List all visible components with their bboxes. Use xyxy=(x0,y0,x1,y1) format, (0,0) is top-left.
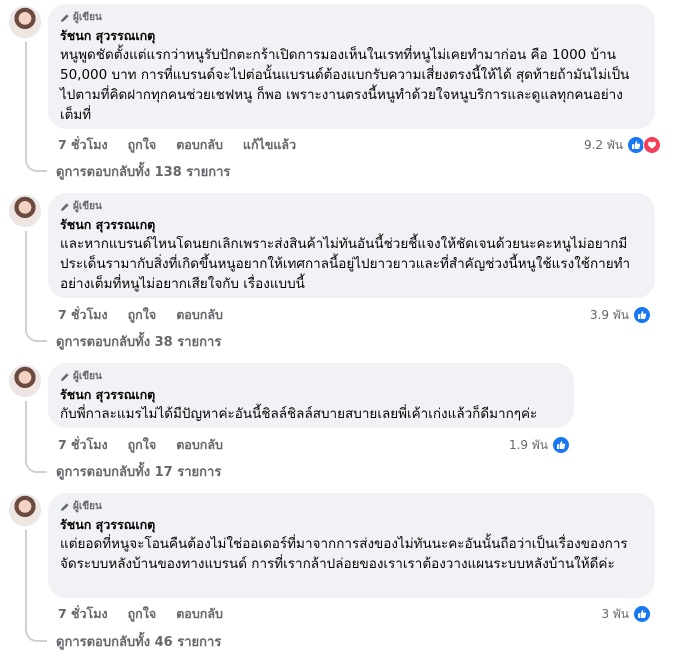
reaction-count: 3.9 พัน xyxy=(589,307,629,322)
reply-button[interactable]: ตอบกลับ xyxy=(176,606,223,622)
view-replies-link[interactable]: ดูการตอบกลับทั้ง 17 รายการ xyxy=(56,464,221,482)
comment-text: และหากแบรนด์ไหนโดนยกเลิกเพราะส่งสินค้าไม… xyxy=(60,236,631,292)
like-button[interactable]: ถูกใจ xyxy=(128,137,157,153)
author-name[interactable]: รัชนก สุวรรณเกตุ xyxy=(60,217,643,232)
comment: ผู้เขียน รัชนก สุวรรณเกตุ และหากแบรนด์ไห… xyxy=(0,190,694,360)
reaction-summary[interactable]: 1.9 พัน xyxy=(509,436,570,454)
author-name[interactable]: รัชนก สุวรรณเกตุ xyxy=(60,387,562,402)
reaction-summary[interactable]: 9.2 พัน xyxy=(584,136,661,154)
reply-button[interactable]: ตอบกลับ xyxy=(176,137,223,153)
comment-actions: 7 ชั่วโมง ถูกใจ ตอบกลับ xyxy=(58,606,223,622)
pencil-icon xyxy=(61,13,69,22)
comment-bubble: ผู้เขียน รัชนก สุวรรณเกตุ และหากแบรนด์ไห… xyxy=(48,193,655,298)
thread-line xyxy=(25,401,27,463)
author-badge: ผู้เขียน xyxy=(60,500,643,513)
comment: ผู้เขียน รัชนก สุวรรณเกตุ หนูพูดชัดตั้งแ… xyxy=(0,0,694,190)
reaction-summary[interactable]: 3 พัน xyxy=(601,605,651,623)
author-name[interactable]: รัชนก สุวรรณเกตุ xyxy=(60,517,643,532)
author-badge-label: ผู้เขียน xyxy=(73,201,102,212)
comment-text: หนูพูดชัดตั้งแต่แรกว่าหนูรับปักตะกร้าเปิ… xyxy=(60,47,630,123)
comment-time[interactable]: 7 ชั่วโมง xyxy=(58,137,108,153)
like-icon xyxy=(633,605,651,623)
author-badge-label: ผู้เขียน xyxy=(73,371,102,382)
comment-actions: 7 ชั่วโมง ถูกใจ ตอบกลับ xyxy=(58,307,223,323)
comment-text: กับพี่กาละแมรไม่ได้มีปัญหาค่ะอันนี้ชิลล์… xyxy=(60,406,538,422)
author-badge: ผู้เขียน xyxy=(60,11,643,24)
edited-label[interactable]: แก้ไขแล้ว xyxy=(243,137,296,153)
author-badge-label: ผู้เขียน xyxy=(73,12,102,23)
avatar[interactable] xyxy=(9,195,41,227)
thread-connector xyxy=(25,158,47,172)
thread-connector xyxy=(25,459,47,473)
thread-line xyxy=(25,231,27,330)
like-button[interactable]: ถูกใจ xyxy=(128,307,157,323)
reaction-summary[interactable]: 3.9 พัน xyxy=(590,306,651,324)
author-badge-label: ผู้เขียน xyxy=(73,501,102,512)
comment-time[interactable]: 7 ชั่วโมง xyxy=(58,307,108,323)
comment-time[interactable]: 7 ชั่วโมง xyxy=(58,606,108,622)
reaction-count: 3 พัน xyxy=(601,606,629,621)
comment-text: แต่ยอดที่หนูจะโอนคืนต้องไม่ใช่ออเดอร์ที่… xyxy=(60,536,628,572)
reply-button[interactable]: ตอบกลับ xyxy=(176,437,223,453)
comment: ผู้เขียน รัชนก สุวรรณเกตุ กับพี่กาละแมรไ… xyxy=(0,360,694,488)
comment: ผู้เขียน รัชนก สุวรรณเกตุ แต่ยอดที่หนูจะ… xyxy=(0,488,694,659)
thread-line xyxy=(25,42,27,160)
heart-icon xyxy=(643,136,661,154)
like-button[interactable]: ถูกใจ xyxy=(128,437,157,453)
pencil-icon xyxy=(61,502,69,511)
reaction-count: 9.2 พัน xyxy=(583,137,623,152)
thread-connector xyxy=(25,328,47,342)
pencil-icon xyxy=(61,202,69,211)
comment-time[interactable]: 7 ชั่วโมง xyxy=(58,437,108,453)
pencil-icon xyxy=(61,372,69,381)
thread-connector xyxy=(25,628,47,642)
like-icon xyxy=(552,436,570,454)
avatar[interactable] xyxy=(9,494,41,526)
view-replies-link[interactable]: ดูการตอบกลับทั้ง 38 รายการ xyxy=(56,334,221,352)
thread-line xyxy=(25,530,27,630)
comment-bubble: ผู้เขียน รัชนก สุวรรณเกตุ แต่ยอดที่หนูจะ… xyxy=(48,493,655,598)
comment-actions: 7 ชั่วโมง ถูกใจ ตอบกลับ xyxy=(58,437,223,453)
comment-bubble: ผู้เขียน รัชนก สุวรรณเกตุ หนูพูดชัดตั้งแ… xyxy=(48,4,655,129)
view-replies-link[interactable]: ดูการตอบกลับทั้ง 46 รายการ xyxy=(56,634,221,652)
author-name[interactable]: รัชนก สุวรรณเกตุ xyxy=(60,28,643,43)
author-badge: ผู้เขียน xyxy=(60,370,562,383)
like-button[interactable]: ถูกใจ xyxy=(128,606,157,622)
avatar[interactable] xyxy=(9,365,41,397)
like-icon xyxy=(633,306,651,324)
reaction-count: 1.9 พัน xyxy=(508,437,548,452)
comment-bubble: ผู้เขียน รัชนก สุวรรณเกตุ กับพี่กาละแมรไ… xyxy=(48,363,574,428)
comment-actions: 7 ชั่วโมง ถูกใจ ตอบกลับ แก้ไขแล้ว xyxy=(58,137,296,153)
author-badge: ผู้เขียน xyxy=(60,200,643,213)
reply-button[interactable]: ตอบกลับ xyxy=(176,307,223,323)
view-replies-link[interactable]: ดูการตอบกลับทั้ง 138 รายการ xyxy=(56,164,230,182)
avatar[interactable] xyxy=(9,6,41,38)
